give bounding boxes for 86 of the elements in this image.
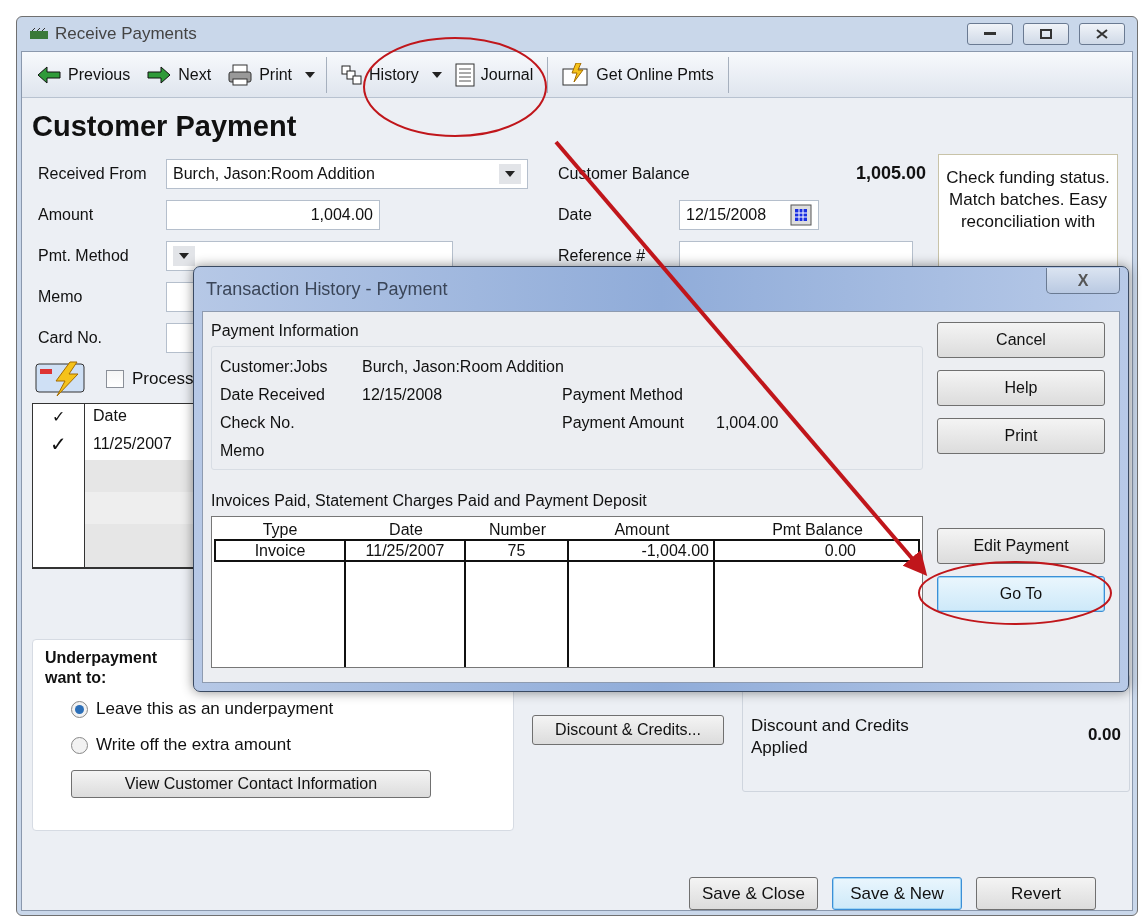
input-field[interactable]: 1,004.00 xyxy=(166,199,380,230)
calendar-icon xyxy=(790,203,812,226)
field-label: Card No. xyxy=(37,328,104,347)
field-label: Amount xyxy=(37,205,95,224)
column-header: Amount xyxy=(613,521,671,539)
panel-title: Underpayment want to: xyxy=(45,648,159,688)
field-label: Reference # xyxy=(557,246,647,265)
summary-value: 0.00 xyxy=(1087,725,1121,746)
dialog-button[interactable]: Help xyxy=(937,370,1105,406)
balance-value: 1,005.00 xyxy=(855,163,926,184)
info-label: Date Received xyxy=(220,386,326,404)
field-label: Date xyxy=(557,205,593,224)
table-cell: 11/25/2007 xyxy=(346,539,466,562)
maximize-icon xyxy=(1040,29,1052,39)
dialog-button[interactable]: Cancel xyxy=(937,322,1105,358)
toolbar-button[interactable]: Print xyxy=(219,59,301,90)
caret-icon xyxy=(178,251,190,260)
info-value: 12/15/2008 xyxy=(362,386,444,404)
combo-box[interactable]: Burch, Jason:Room Addition xyxy=(166,158,528,189)
column-header: Pmt Balance xyxy=(771,521,864,539)
section-title: Invoices Paid, Statement Charges Paid and Payment Deposit xyxy=(211,492,648,510)
right-arrow-icon xyxy=(146,64,173,85)
column-header: Type xyxy=(261,521,299,539)
radio-button[interactable] xyxy=(71,736,88,754)
info-label: Memo xyxy=(220,442,266,460)
column-header: Date xyxy=(388,521,424,539)
discount-credits-button[interactable]: Discount & Credits... xyxy=(532,715,724,745)
date-field[interactable]: 12/15/2008 xyxy=(679,199,819,230)
dialog-button[interactable]: Go To xyxy=(937,576,1105,612)
toolbar-button[interactable]: Get Online Pmts xyxy=(554,58,722,91)
toolbar-button[interactable]: Next xyxy=(138,60,220,89)
table-cell: Invoice xyxy=(214,539,346,562)
table-cell: 0.00 xyxy=(715,539,920,562)
left-arrow-icon xyxy=(36,64,62,85)
document-lightning-icon xyxy=(562,62,591,87)
action-button[interactable]: Save & New xyxy=(832,877,962,910)
column-header: Date xyxy=(93,407,127,425)
radio-label: Write off the extra amount xyxy=(96,735,291,755)
table-cell: 11/25/2007 xyxy=(93,435,172,453)
info-label: Payment Method xyxy=(562,386,684,404)
dialog-button[interactable]: Print xyxy=(937,418,1105,454)
action-button[interactable]: Save & Close xyxy=(689,877,818,910)
summary-label: Discount and Credits Applied xyxy=(751,715,910,759)
dropdown-button[interactable] xyxy=(499,163,521,184)
field-label: Memo xyxy=(37,287,84,306)
caret-icon xyxy=(504,169,516,178)
checkbox-label: Process xyxy=(132,368,194,389)
dialog-title: Transaction History - Payment xyxy=(206,278,448,300)
radio-button[interactable] xyxy=(71,700,88,718)
close-icon xyxy=(1096,29,1108,39)
field-label: Pmt. Method xyxy=(37,246,130,265)
caret-icon xyxy=(430,70,443,79)
app-icon xyxy=(29,27,49,41)
field-label: Received From xyxy=(37,164,148,183)
maximize-button[interactable] xyxy=(1023,23,1069,45)
info-label: Payment Amount xyxy=(562,414,685,432)
journal-icon xyxy=(454,62,475,87)
printer-icon xyxy=(227,63,254,86)
table-cell: -1,004.00 xyxy=(569,539,715,562)
info-label: Check No. xyxy=(220,414,296,432)
column-header: Number xyxy=(488,521,547,539)
radio-label: Leave this as an underpayment xyxy=(96,699,334,719)
info-label: Customer:Jobs xyxy=(220,358,329,376)
contact-info-button[interactable]: View Customer Contact Information xyxy=(71,770,431,798)
checkbox[interactable] xyxy=(106,369,124,388)
info-value: 1,004.00 xyxy=(716,414,780,432)
dialog-button[interactable]: Edit Payment xyxy=(937,528,1105,564)
toolbar-button[interactable]: History xyxy=(333,60,427,89)
dropdown-button[interactable] xyxy=(173,245,195,266)
form-heading: Customer Payment xyxy=(32,110,298,143)
credit-card-lightning-icon xyxy=(34,360,88,397)
minimize-button[interactable] xyxy=(967,23,1013,45)
action-button[interactable]: Revert xyxy=(976,877,1096,910)
close-button[interactable] xyxy=(1079,23,1125,45)
section-title: Payment Information xyxy=(211,322,360,340)
minimize-icon xyxy=(984,32,996,36)
caret-icon xyxy=(304,70,317,79)
toolbar-button[interactable]: Journal xyxy=(446,58,542,91)
table-cell: 75 xyxy=(466,539,569,562)
column-header: ✓ xyxy=(33,404,85,428)
toolbar-button[interactable]: Previous xyxy=(28,60,139,89)
close-button[interactable]: X xyxy=(1046,268,1120,294)
info-value: Burch, Jason:Room Addition xyxy=(362,358,565,376)
history-icon xyxy=(341,64,364,85)
check-cell[interactable]: ✓ xyxy=(33,428,85,460)
window-title: Receive Payments xyxy=(55,24,198,44)
